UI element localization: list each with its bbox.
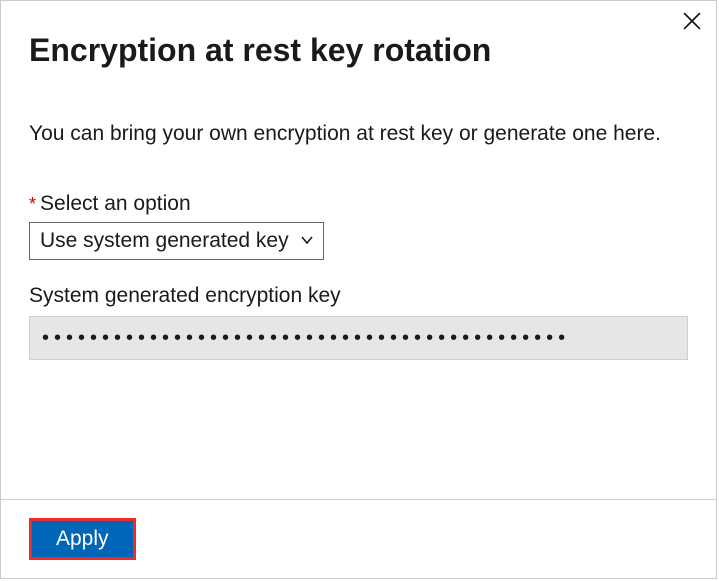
dialog-content: Encryption at rest key rotation You can … bbox=[1, 1, 716, 499]
dialog-title: Encryption at rest key rotation bbox=[29, 31, 688, 69]
apply-highlight: Apply bbox=[29, 518, 136, 560]
apply-button[interactable]: Apply bbox=[32, 521, 133, 557]
dialog-footer: Apply bbox=[1, 499, 716, 578]
dialog-description: You can bring your own encryption at res… bbox=[29, 119, 688, 149]
option-field-label: * Select an option bbox=[29, 192, 688, 216]
key-field-label: System generated encryption key bbox=[29, 284, 688, 308]
option-select-wrapper: Use system generated key bbox=[29, 222, 324, 260]
option-field-group: * Select an option Use system generated … bbox=[29, 192, 688, 260]
close-icon bbox=[683, 12, 701, 30]
close-button[interactable] bbox=[678, 7, 706, 35]
key-display: ••••••••••••••••••••••••••••••••••••••••… bbox=[29, 316, 688, 360]
option-select[interactable]: Use system generated key bbox=[29, 222, 324, 260]
required-indicator: * bbox=[29, 194, 36, 215]
dialog-panel: Encryption at rest key rotation You can … bbox=[0, 0, 717, 579]
key-field-group: System generated encryption key ••••••••… bbox=[29, 284, 688, 360]
option-label-text: Select an option bbox=[40, 192, 191, 216]
